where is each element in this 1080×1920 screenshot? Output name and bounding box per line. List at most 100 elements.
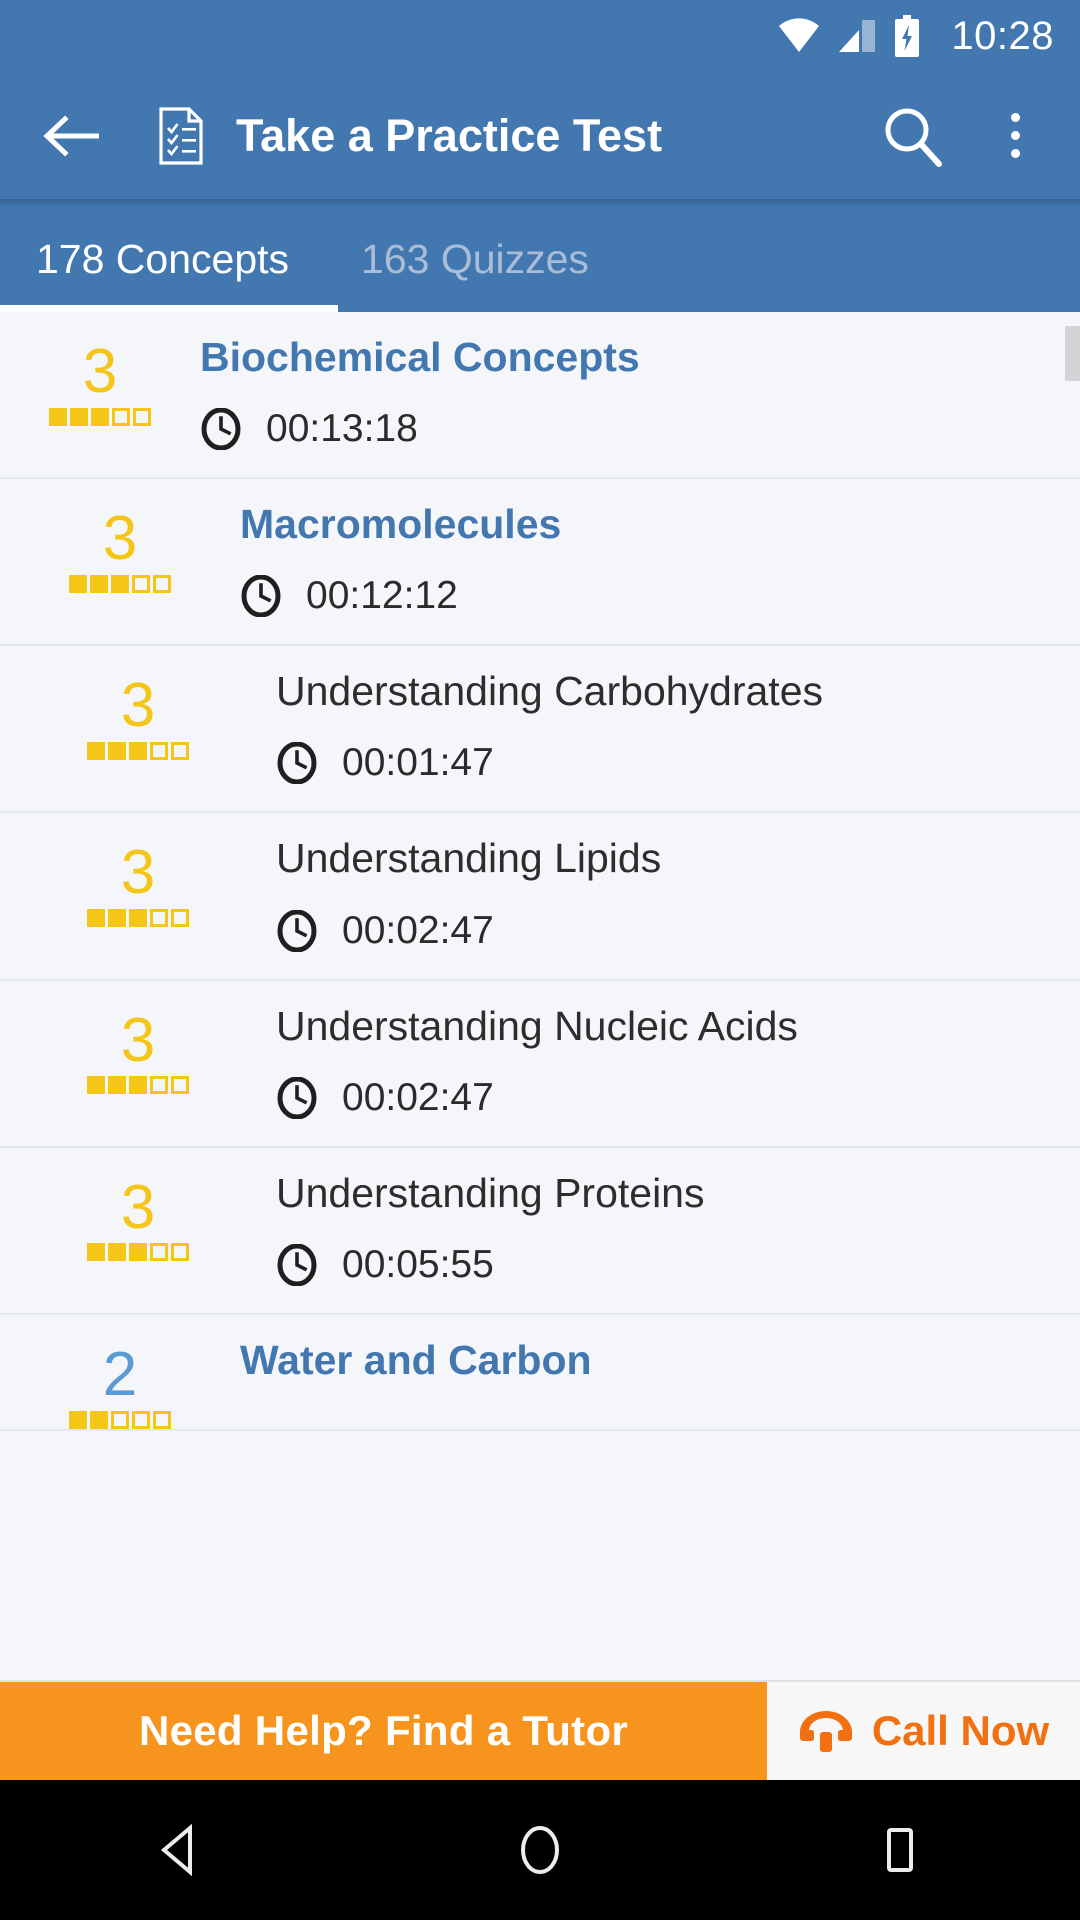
checklist-document-icon [156, 106, 206, 165]
rating-block: 3 [38, 981, 238, 1146]
rating-box-filled [129, 741, 147, 760]
list-item-body: Understanding Nucleic Acids 00:02:47 [276, 981, 1080, 1146]
rating-box-filled [69, 1410, 87, 1429]
tab-bar: 178 Concepts 163 Quizzes [0, 207, 1080, 312]
list-item-inner: 2 Water and Carbon [0, 1315, 1080, 1429]
list-item-title[interactable]: Macromolecules [240, 501, 1080, 548]
find-tutor-button[interactable]: Need Help? Find a Tutor [0, 1682, 767, 1780]
rating-value: 2 [102, 1339, 138, 1409]
list-item-time: 00:02:47 [342, 908, 494, 952]
rating-block: 3 [20, 479, 220, 644]
list-item-meta: 00:05:55 [276, 1243, 1080, 1287]
scrollbar-thumb[interactable] [1065, 326, 1080, 381]
rating-box-empty [171, 909, 189, 928]
rating-box-empty [171, 1243, 189, 1262]
rating-block: 3 [38, 1148, 238, 1313]
rating-box-filled [69, 574, 87, 593]
list-item-body: Macromolecules 00:12:12 [240, 479, 1080, 644]
nav-back-button[interactable] [105, 1780, 255, 1920]
rating-box-filled [111, 574, 129, 593]
clock-icon [241, 575, 281, 618]
nav-recents-button[interactable] [825, 1780, 975, 1920]
concepts-list[interactable]: 3 Biochemical Concepts 00:13:18 3 Macromolec… [0, 312, 1080, 1680]
rating-box-empty [150, 1243, 168, 1262]
tab-quizzes[interactable]: 163 Quizzes [325, 207, 625, 312]
rating-boxes [87, 1076, 189, 1095]
list-item-time: 00:12:12 [306, 574, 458, 618]
tab-active-indicator [0, 305, 338, 312]
list-item-meta: 00:02:47 [276, 1076, 1080, 1120]
rating-box-empty [150, 909, 168, 928]
tab-concepts-label: 178 Concepts [36, 236, 290, 282]
list-item-inner: 3 Biochemical Concepts 00:13:18 [0, 312, 1080, 477]
list-item-meta: 00:13:18 [200, 407, 1080, 451]
call-now-button[interactable]: Call Now [767, 1682, 1080, 1780]
rating-box-filled [87, 1243, 105, 1262]
rating-boxes [87, 1243, 189, 1262]
list-item-time: 00:01:47 [342, 741, 494, 785]
rating-box-filled [129, 1243, 147, 1262]
clock-icon [277, 909, 317, 952]
back-button[interactable] [40, 104, 104, 168]
rating-box-empty [133, 407, 151, 426]
tab-quizzes-label: 163 Quizzes [361, 236, 589, 282]
battery-charging-icon [895, 15, 920, 57]
search-button[interactable] [880, 103, 946, 169]
rating-box-empty [150, 1076, 168, 1095]
list-item[interactable]: 3 Macromolecules 00:12:12 [0, 479, 1080, 647]
rating-box-filled [70, 407, 88, 426]
list-item-inner: 3 Understanding Nucleic Acids 00:02:47 [0, 981, 1080, 1146]
rows-container: 3 Biochemical Concepts 00:13:18 3 Macromolec… [0, 312, 1080, 1431]
rating-box-filled [87, 741, 105, 760]
list-item-body: Biochemical Concepts 00:13:18 [200, 312, 1080, 477]
rating-value: 3 [120, 1005, 156, 1075]
find-tutor-label: Need Help? Find a Tutor [138, 1707, 629, 1754]
rating-block: 2 [20, 1315, 220, 1429]
app-bar-shadow [0, 199, 1080, 207]
tab-concepts[interactable]: 178 Concepts [0, 207, 325, 312]
list-item[interactable]: 3 Understanding Nucleic Acids 00:02:47 [0, 980, 1080, 1148]
rating-boxes [69, 1410, 171, 1429]
list-item[interactable]: 2 Water and Carbon [0, 1314, 1080, 1431]
list-item-title[interactable]: Water and Carbon [240, 1337, 1080, 1384]
rating-value: 3 [120, 1172, 156, 1242]
rating-box-empty [112, 407, 130, 426]
rating-box-empty [111, 1410, 129, 1429]
status-bar: 10:28 [0, 0, 1080, 72]
rating-box-filled [108, 909, 126, 928]
rating-boxes [69, 574, 171, 593]
rating-value: 3 [120, 671, 156, 741]
list-item[interactable]: 3 Understanding Carbohydrates 00:01:47 [0, 646, 1080, 814]
overflow-menu-button[interactable] [984, 101, 1046, 171]
list-item-inner: 3 Understanding Proteins 00:05:55 [0, 1148, 1080, 1313]
phone-icon [799, 1711, 852, 1752]
rating-block: 3 [38, 646, 238, 811]
rating-box-empty [153, 574, 171, 593]
list-item-time: 00:13:18 [266, 407, 418, 451]
status-time: 10:28 [951, 13, 1054, 58]
rating-box-empty [171, 1076, 189, 1095]
clock-icon [277, 1076, 317, 1119]
nav-home-button[interactable] [465, 1780, 615, 1920]
wifi-icon [779, 18, 820, 52]
list-item[interactable]: 3 Biochemical Concepts 00:13:18 [0, 312, 1080, 480]
signal-icon [839, 20, 876, 52]
list-item-title[interactable]: Biochemical Concepts [200, 334, 1080, 381]
rating-box-empty [150, 741, 168, 760]
list-item-inner: 3 Understanding Lipids 00:02:47 [0, 813, 1080, 978]
list-item-body: Understanding Carbohydrates 00:01:47 [276, 646, 1080, 811]
list-item-meta: 00:12:12 [240, 574, 1080, 618]
list-item[interactable]: 3 Understanding Proteins 00:05:55 [0, 1147, 1080, 1315]
rating-box-empty [171, 741, 189, 760]
call-now-label: Call Now [871, 1707, 1050, 1754]
list-item[interactable]: 3 Understanding Lipids 00:02:47 [0, 813, 1080, 981]
list-item-title: Understanding Carbohydrates [276, 668, 823, 715]
list-item-title: Understanding Nucleic Acids [276, 1002, 798, 1049]
rating-boxes [87, 741, 189, 760]
list-item-title: Understanding Proteins [276, 1169, 705, 1216]
rating-block: 3 [0, 312, 200, 477]
list-item-body: Water and Carbon [240, 1315, 1080, 1429]
rating-value: 3 [120, 838, 156, 908]
list-item-inner: 3 Macromolecules 00:12:12 [0, 479, 1080, 644]
android-nav-bar [0, 1780, 1080, 1920]
